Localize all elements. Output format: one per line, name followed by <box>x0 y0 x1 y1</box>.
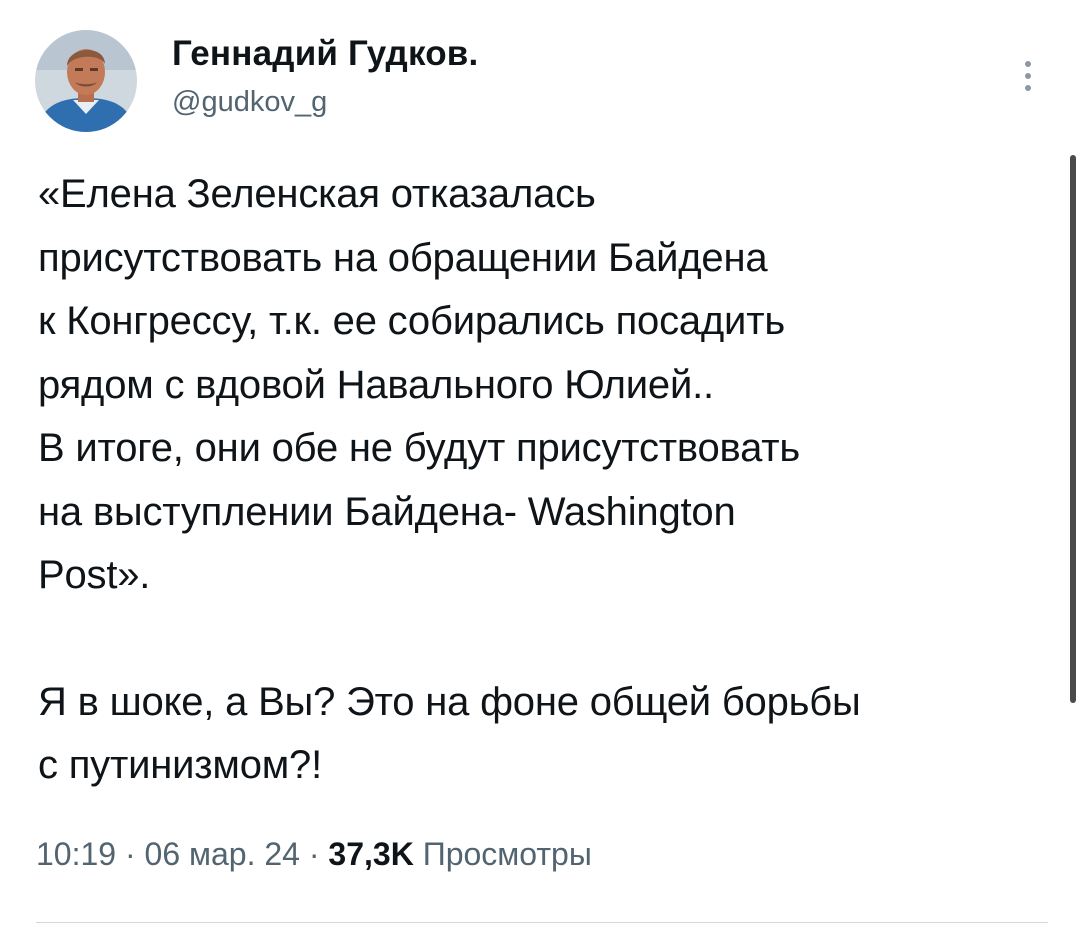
vertical-ellipsis-icon <box>1025 61 1031 91</box>
tweet-metadata: 10:19 · 06 мар. 24 · 37,3K Просмотры <box>36 836 592 873</box>
tweet-date[interactable]: 06 мар. 24 <box>145 836 300 872</box>
views-count: 37,3K <box>328 836 414 872</box>
meta-separator: · <box>299 836 329 872</box>
author-name[interactable]: Геннадий Гудков. <box>172 34 478 74</box>
avatar[interactable] <box>35 30 137 132</box>
author-handle[interactable]: @gudkov_g <box>172 86 327 119</box>
meta-separator: · <box>116 836 145 872</box>
divider <box>36 922 1048 923</box>
tweet-time[interactable]: 10:19 <box>36 836 116 872</box>
more-options-button[interactable] <box>1008 52 1052 102</box>
scrollbar[interactable] <box>1070 155 1076 703</box>
tweet-paragraph-comment: Я в шоке, а Вы? Это на фоне общей борьбы… <box>38 679 861 788</box>
views-label: Просмотры <box>422 836 592 872</box>
tweet-text: «Елена Зеленская отказалась присутствова… <box>38 163 1048 798</box>
profile-photo-icon <box>35 30 137 132</box>
tweet-paragraph-quote: «Елена Зеленская отказалась присутствова… <box>38 172 801 597</box>
